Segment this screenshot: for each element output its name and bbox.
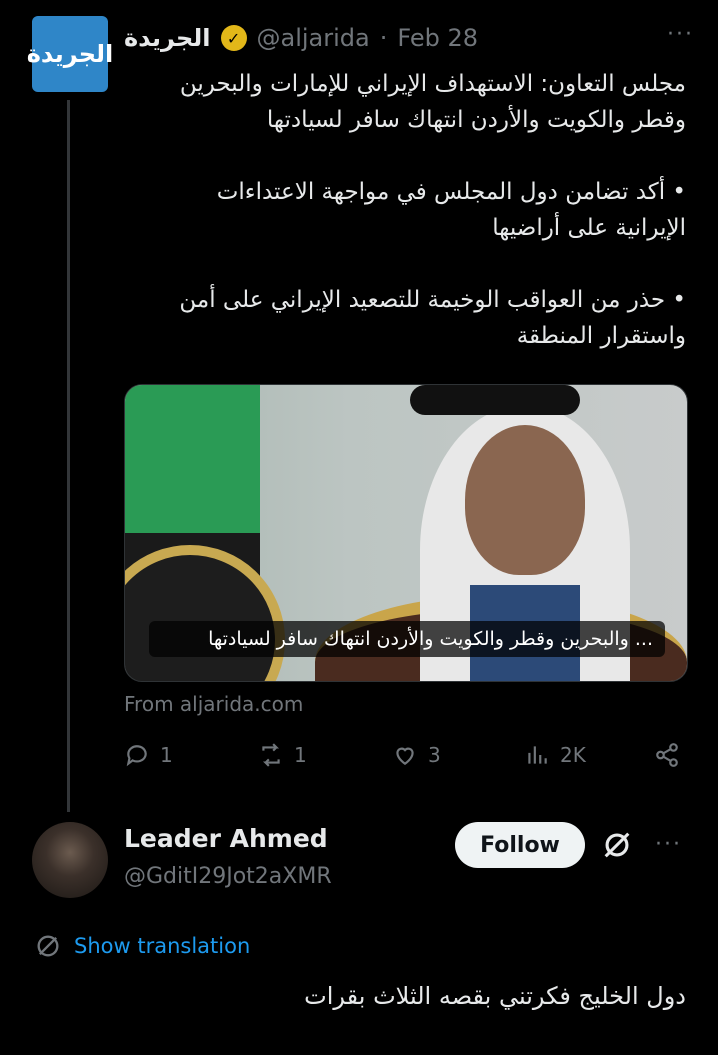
- tweet-actions: 1 1 3 2K: [124, 742, 686, 782]
- share-icon: [656, 743, 678, 767]
- repost-action[interactable]: 1: [258, 742, 307, 768]
- person-face: [465, 425, 585, 575]
- reply-handle[interactable]: @GditI29Jot2aXMR: [124, 864, 332, 889]
- agal-shape: [410, 385, 580, 415]
- reply-avatar[interactable]: [32, 822, 108, 898]
- grok-icon[interactable]: [600, 828, 634, 862]
- views-chart-icon: [528, 746, 547, 764]
- translate-icon: [37, 935, 59, 957]
- repost-icon: [262, 743, 280, 767]
- reply-action[interactable]: 1: [124, 742, 173, 768]
- aljarida-logo-avatar[interactable]: الجريدة: [27, 16, 114, 92]
- views-count: 2K: [560, 743, 586, 767]
- reply-icon: [126, 745, 147, 767]
- views-action[interactable]: 2K: [524, 742, 586, 768]
- show-translation-label: Show translation: [74, 934, 251, 958]
- card-caption: ... والبحرين وقطر والكويت والأردن انتهاك…: [149, 621, 665, 657]
- tweet-header: الجريدة ✓ @aljarida · Feb 28: [124, 18, 684, 58]
- reply-text: دول الخليج فكرتني بقصه الثلاث بقرات: [304, 982, 686, 1010]
- link-card-image[interactable]: ... والبحرين وقطر والكويت والأردن انتهاك…: [124, 384, 688, 682]
- follow-button[interactable]: Follow: [455, 822, 585, 868]
- tweet-more-icon[interactable]: ···: [667, 22, 694, 47]
- reply-display-name[interactable]: Leader Ahmed: [124, 824, 328, 853]
- tweet-date[interactable]: Feb 28: [397, 24, 478, 52]
- repost-count: 1: [294, 743, 307, 767]
- show-translation-link[interactable]: Show translation: [34, 932, 250, 960]
- tweet-text: مجلس التعاون: الاستهداف الإيراني للإمارا…: [179, 71, 686, 349]
- flag-emblem: [125, 545, 285, 681]
- header-separator: ·: [379, 24, 388, 52]
- thread-line: [67, 100, 70, 812]
- like-action[interactable]: 3: [392, 742, 441, 768]
- reply-more-icon[interactable]: ···: [655, 832, 682, 857]
- verified-badge-icon: ✓: [220, 25, 247, 51]
- heart-icon: [396, 747, 414, 765]
- like-count: 3: [428, 743, 441, 767]
- card-source[interactable]: From aljarida.com: [124, 692, 303, 716]
- tweet-handle[interactable]: @aljarida: [257, 24, 370, 52]
- reply-count: 1: [160, 743, 173, 767]
- tweet-display-name[interactable]: الجريدة: [124, 24, 211, 52]
- share-action[interactable]: [654, 742, 680, 768]
